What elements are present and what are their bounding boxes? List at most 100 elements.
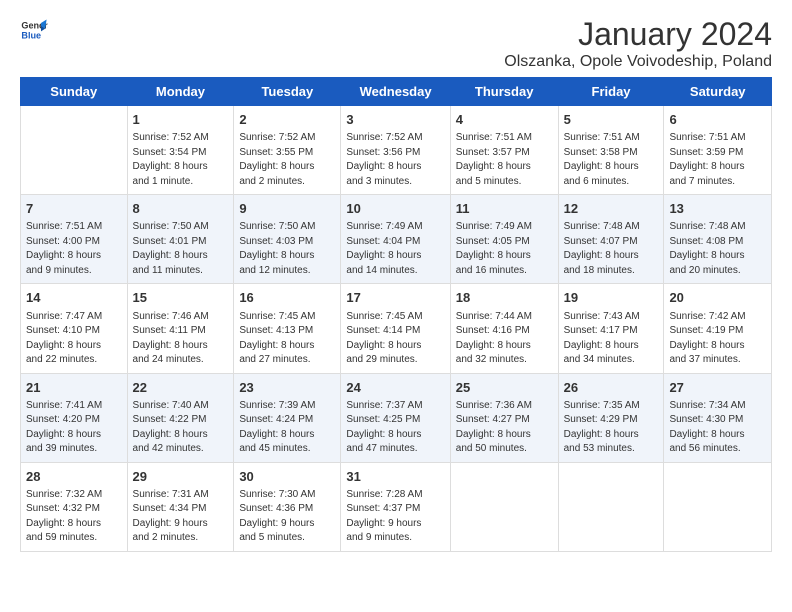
calendar-week-row: 21 Sunrise: 7:41 AM Sunset: 4:20 PM Dayli… xyxy=(21,373,772,462)
day-number: 18 xyxy=(456,289,553,307)
svg-text:Blue: Blue xyxy=(21,30,41,40)
day-info: Sunrise: 7:41 AM Sunset: 4:20 PM Dayligh… xyxy=(26,399,122,457)
day-number: 5 xyxy=(564,111,659,129)
calendar-day-cell xyxy=(558,462,664,551)
day-number: 22 xyxy=(133,379,229,397)
calendar-day-cell: 3Sunrise: 7:52 AM Sunset: 3:56 PM Daylig… xyxy=(341,106,450,195)
day-info: Sunrise: 7:52 AM Sunset: 3:56 PM Dayligh… xyxy=(346,131,444,189)
calendar-day-cell: 10 Sunrise: 7:49 AM Sunset: 4:04 PM Dayli… xyxy=(341,195,450,284)
day-number: 9 xyxy=(239,200,335,218)
day-number: 4 xyxy=(456,111,553,129)
day-number: 12 xyxy=(564,200,659,218)
calendar-day-cell: 17 Sunrise: 7:45 AM Sunset: 4:14 PM Dayli… xyxy=(341,284,450,373)
day-number: 8 xyxy=(133,200,229,218)
day-number: 1 xyxy=(133,111,229,129)
title-block: January 2024 Olszanka, Opole Voivodeship… xyxy=(504,16,772,71)
weekday-header-wednesday: Wednesday xyxy=(341,78,450,106)
calendar-day-cell: 2Sunrise: 7:52 AM Sunset: 3:55 PM Daylig… xyxy=(234,106,341,195)
calendar-day-cell: 31 Sunrise: 7:28 AM Sunset: 4:37 PM Dayli… xyxy=(341,462,450,551)
calendar-day-cell: 12 Sunrise: 7:48 AM Sunset: 4:07 PM Dayli… xyxy=(558,195,664,284)
weekday-header-saturday: Saturday xyxy=(664,78,772,106)
day-info: Sunrise: 7:52 AM Sunset: 3:54 PM Dayligh… xyxy=(133,131,229,189)
logo: General Blue xyxy=(20,16,52,44)
day-info: Sunrise: 7:45 AM Sunset: 4:14 PM Dayligh… xyxy=(346,310,444,368)
day-number: 14 xyxy=(26,289,122,307)
day-info: Sunrise: 7:46 AM Sunset: 4:11 PM Dayligh… xyxy=(133,310,229,368)
weekday-header-row: SundayMondayTuesdayWednesdayThursdayFrid… xyxy=(21,78,772,106)
weekday-header-monday: Monday xyxy=(127,78,234,106)
day-info: Sunrise: 7:47 AM Sunset: 4:10 PM Dayligh… xyxy=(26,310,122,368)
calendar-day-cell: 30Sunrise: 7:30 AM Sunset: 4:36 PM Dayli… xyxy=(234,462,341,551)
day-number: 29 xyxy=(133,468,229,486)
calendar-day-cell: 23 Sunrise: 7:39 AM Sunset: 4:24 PM Dayli… xyxy=(234,373,341,462)
location-subtitle: Olszanka, Opole Voivodeship, Poland xyxy=(504,53,772,71)
day-number: 25 xyxy=(456,379,553,397)
day-info: Sunrise: 7:50 AM Sunset: 4:03 PM Dayligh… xyxy=(239,220,335,278)
day-info: Sunrise: 7:35 AM Sunset: 4:29 PM Dayligh… xyxy=(564,399,659,457)
calendar-day-cell: 8 Sunrise: 7:50 AM Sunset: 4:01 PM Daylig… xyxy=(127,195,234,284)
day-number: 6 xyxy=(669,111,766,129)
calendar-day-cell: 1 Sunrise: 7:52 AM Sunset: 3:54 PM Daylig… xyxy=(127,106,234,195)
calendar-week-row: 14 Sunrise: 7:47 AM Sunset: 4:10 PM Dayli… xyxy=(21,284,772,373)
day-info: Sunrise: 7:34 AM Sunset: 4:30 PM Dayligh… xyxy=(669,399,766,457)
day-info: Sunrise: 7:51 AM Sunset: 3:59 PM Dayligh… xyxy=(669,131,766,189)
calendar-day-cell: 16 Sunrise: 7:45 AM Sunset: 4:13 PM Dayli… xyxy=(234,284,341,373)
day-number: 23 xyxy=(239,379,335,397)
day-number: 2 xyxy=(239,111,335,129)
weekday-header-friday: Friday xyxy=(558,78,664,106)
calendar-day-cell xyxy=(450,462,558,551)
calendar-day-cell: 22Sunrise: 7:40 AM Sunset: 4:22 PM Dayli… xyxy=(127,373,234,462)
day-info: Sunrise: 7:49 AM Sunset: 4:05 PM Dayligh… xyxy=(456,220,553,278)
weekday-header-thursday: Thursday xyxy=(450,78,558,106)
day-number: 27 xyxy=(669,379,766,397)
day-number: 21 xyxy=(26,379,122,397)
day-number: 30 xyxy=(239,468,335,486)
calendar-day-cell: 15 Sunrise: 7:46 AM Sunset: 4:11 PM Dayli… xyxy=(127,284,234,373)
calendar-day-cell: 18Sunrise: 7:44 AM Sunset: 4:16 PM Dayli… xyxy=(450,284,558,373)
day-number: 19 xyxy=(564,289,659,307)
day-number: 28 xyxy=(26,468,122,486)
calendar-day-cell: 24 Sunrise: 7:37 AM Sunset: 4:25 PM Dayli… xyxy=(341,373,450,462)
day-number: 10 xyxy=(346,200,444,218)
day-info: Sunrise: 7:49 AM Sunset: 4:04 PM Dayligh… xyxy=(346,220,444,278)
calendar-day-cell: 29Sunrise: 7:31 AM Sunset: 4:34 PM Dayli… xyxy=(127,462,234,551)
day-number: 16 xyxy=(239,289,335,307)
month-year-title: January 2024 xyxy=(504,16,772,53)
calendar-day-cell: 7 Sunrise: 7:51 AM Sunset: 4:00 PM Daylig… xyxy=(21,195,128,284)
day-info: Sunrise: 7:48 AM Sunset: 4:07 PM Dayligh… xyxy=(564,220,659,278)
calendar-table: SundayMondayTuesdayWednesdayThursdayFrid… xyxy=(20,77,772,552)
calendar-day-cell: 14 Sunrise: 7:47 AM Sunset: 4:10 PM Dayli… xyxy=(21,284,128,373)
calendar-day-cell: 27 Sunrise: 7:34 AM Sunset: 4:30 PM Dayli… xyxy=(664,373,772,462)
calendar-week-row: 7 Sunrise: 7:51 AM Sunset: 4:00 PM Daylig… xyxy=(21,195,772,284)
day-info: Sunrise: 7:42 AM Sunset: 4:19 PM Dayligh… xyxy=(669,310,766,368)
calendar-day-cell: 28Sunrise: 7:32 AM Sunset: 4:32 PM Dayli… xyxy=(21,462,128,551)
day-info: Sunrise: 7:39 AM Sunset: 4:24 PM Dayligh… xyxy=(239,399,335,457)
calendar-day-cell: 6 Sunrise: 7:51 AM Sunset: 3:59 PM Daylig… xyxy=(664,106,772,195)
calendar-day-cell: 21 Sunrise: 7:41 AM Sunset: 4:20 PM Dayli… xyxy=(21,373,128,462)
weekday-header-sunday: Sunday xyxy=(21,78,128,106)
day-number: 31 xyxy=(346,468,444,486)
day-info: Sunrise: 7:37 AM Sunset: 4:25 PM Dayligh… xyxy=(346,399,444,457)
day-info: Sunrise: 7:48 AM Sunset: 4:08 PM Dayligh… xyxy=(669,220,766,278)
logo-icon: General Blue xyxy=(20,16,48,44)
calendar-day-cell: 13Sunrise: 7:48 AM Sunset: 4:08 PM Dayli… xyxy=(664,195,772,284)
calendar-day-cell xyxy=(664,462,772,551)
day-number: 11 xyxy=(456,200,553,218)
calendar-day-cell: 19 Sunrise: 7:43 AM Sunset: 4:17 PM Dayli… xyxy=(558,284,664,373)
day-info: Sunrise: 7:28 AM Sunset: 4:37 PM Dayligh… xyxy=(346,488,444,546)
day-number: 17 xyxy=(346,289,444,307)
calendar-day-cell: 11 Sunrise: 7:49 AM Sunset: 4:05 PM Dayli… xyxy=(450,195,558,284)
calendar-week-row: 1 Sunrise: 7:52 AM Sunset: 3:54 PM Daylig… xyxy=(21,106,772,195)
day-number: 15 xyxy=(133,289,229,307)
calendar-day-cell: 5Sunrise: 7:51 AM Sunset: 3:58 PM Daylig… xyxy=(558,106,664,195)
weekday-header-tuesday: Tuesday xyxy=(234,78,341,106)
day-info: Sunrise: 7:43 AM Sunset: 4:17 PM Dayligh… xyxy=(564,310,659,368)
day-number: 24 xyxy=(346,379,444,397)
day-info: Sunrise: 7:51 AM Sunset: 3:57 PM Dayligh… xyxy=(456,131,553,189)
day-info: Sunrise: 7:51 AM Sunset: 4:00 PM Dayligh… xyxy=(26,220,122,278)
day-number: 7 xyxy=(26,200,122,218)
day-info: Sunrise: 7:50 AM Sunset: 4:01 PM Dayligh… xyxy=(133,220,229,278)
day-number: 20 xyxy=(669,289,766,307)
day-number: 26 xyxy=(564,379,659,397)
day-info: Sunrise: 7:45 AM Sunset: 4:13 PM Dayligh… xyxy=(239,310,335,368)
